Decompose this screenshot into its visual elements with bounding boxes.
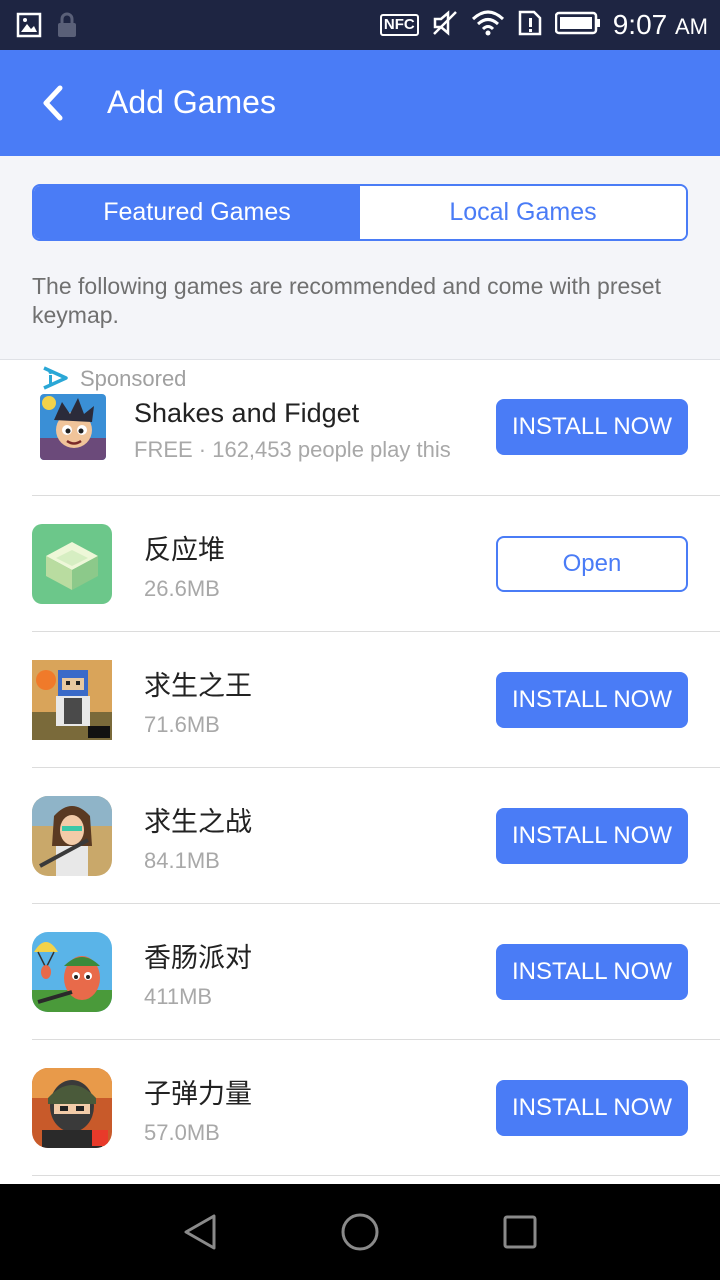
survival-battle-game-icon	[32, 796, 112, 876]
back-nav-icon[interactable]	[180, 1212, 220, 1252]
gallery-notification-icon	[16, 12, 42, 43]
install-now-button[interactable]: INSTALL NOW	[496, 1080, 688, 1136]
game-name: 子弹力量	[144, 1079, 252, 1109]
clock-ampm: AM	[675, 14, 708, 39]
sponsored-game-row[interactable]: Sponsored Shakes and Fidget FREE · 162,4…	[32, 360, 720, 496]
install-now-button[interactable]: INSTALL NOW	[496, 672, 688, 728]
game-name: 香肠派对	[144, 943, 252, 973]
game-size: 71.6MB	[144, 712, 220, 737]
lock-icon	[56, 12, 78, 43]
sim-alert-icon	[517, 9, 543, 42]
game-row[interactable]: 香肠派对 411MB INSTALL NOW	[32, 904, 720, 1040]
game-row[interactable]: 反应堆 26.6MB Open	[32, 496, 720, 632]
game-size: 26.6MB	[144, 576, 220, 601]
survival-king-game-icon	[32, 660, 112, 740]
sausage-party-game-icon	[32, 932, 112, 1012]
page-title: Add Games	[107, 84, 276, 120]
tab-header-area: Featured Games Local Games The following…	[0, 156, 720, 360]
tab-featured-games[interactable]: Featured Games	[34, 186, 360, 239]
install-now-button[interactable]: INSTALL NOW	[496, 399, 688, 455]
recents-nav-icon[interactable]	[500, 1212, 540, 1252]
system-navigation-bar	[0, 1184, 720, 1280]
install-now-button[interactable]: INSTALL NOW	[496, 808, 688, 864]
install-now-button[interactable]: INSTALL NOW	[496, 944, 688, 1000]
game-row[interactable]: 子弹力量 57.0MB INSTALL NOW	[32, 1040, 720, 1176]
clock-time: 9:07	[612, 9, 668, 40]
game-size: 411MB	[144, 984, 213, 1009]
game-row[interactable]: 求生之战 84.1MB INSTALL NOW	[32, 768, 720, 904]
back-arrow-icon[interactable]	[28, 78, 78, 128]
wifi-icon	[471, 9, 505, 42]
clock: 9:07 AM	[613, 9, 708, 41]
tab-local-games[interactable]: Local Games	[360, 186, 686, 239]
game-name: 反应堆	[144, 535, 225, 565]
sponsored-game-name: Shakes and Fidget	[134, 398, 360, 428]
battery-icon	[554, 11, 601, 40]
tab-switcher: Featured Games Local Games	[32, 184, 688, 241]
home-nav-icon[interactable]	[340, 1212, 380, 1252]
description-text: The following games are recommended and …	[32, 273, 661, 328]
status-bar: NFC 9:07 AM	[0, 0, 720, 50]
sponsored-brand-icon	[40, 364, 70, 397]
app-bar: Add Games	[0, 50, 720, 156]
game-size: 84.1MB	[144, 848, 220, 873]
mute-icon	[431, 9, 459, 42]
sponsored-game-subtitle: FREE · 162,453 people play this	[134, 437, 451, 462]
sponsored-label: Sponsored	[80, 366, 187, 391]
game-name: 求生之战	[144, 807, 252, 837]
shakes-and-fidget-game-icon	[40, 394, 106, 460]
game-name: 求生之王	[144, 671, 252, 701]
game-row[interactable]: 求生之王 71.6MB INSTALL NOW	[32, 632, 720, 768]
reactor-game-icon	[32, 524, 112, 604]
bullet-force-game-icon	[32, 1068, 112, 1148]
game-size: 57.0MB	[144, 1120, 220, 1145]
open-button[interactable]: Open	[496, 536, 688, 592]
nfc-icon: NFC	[379, 14, 419, 36]
